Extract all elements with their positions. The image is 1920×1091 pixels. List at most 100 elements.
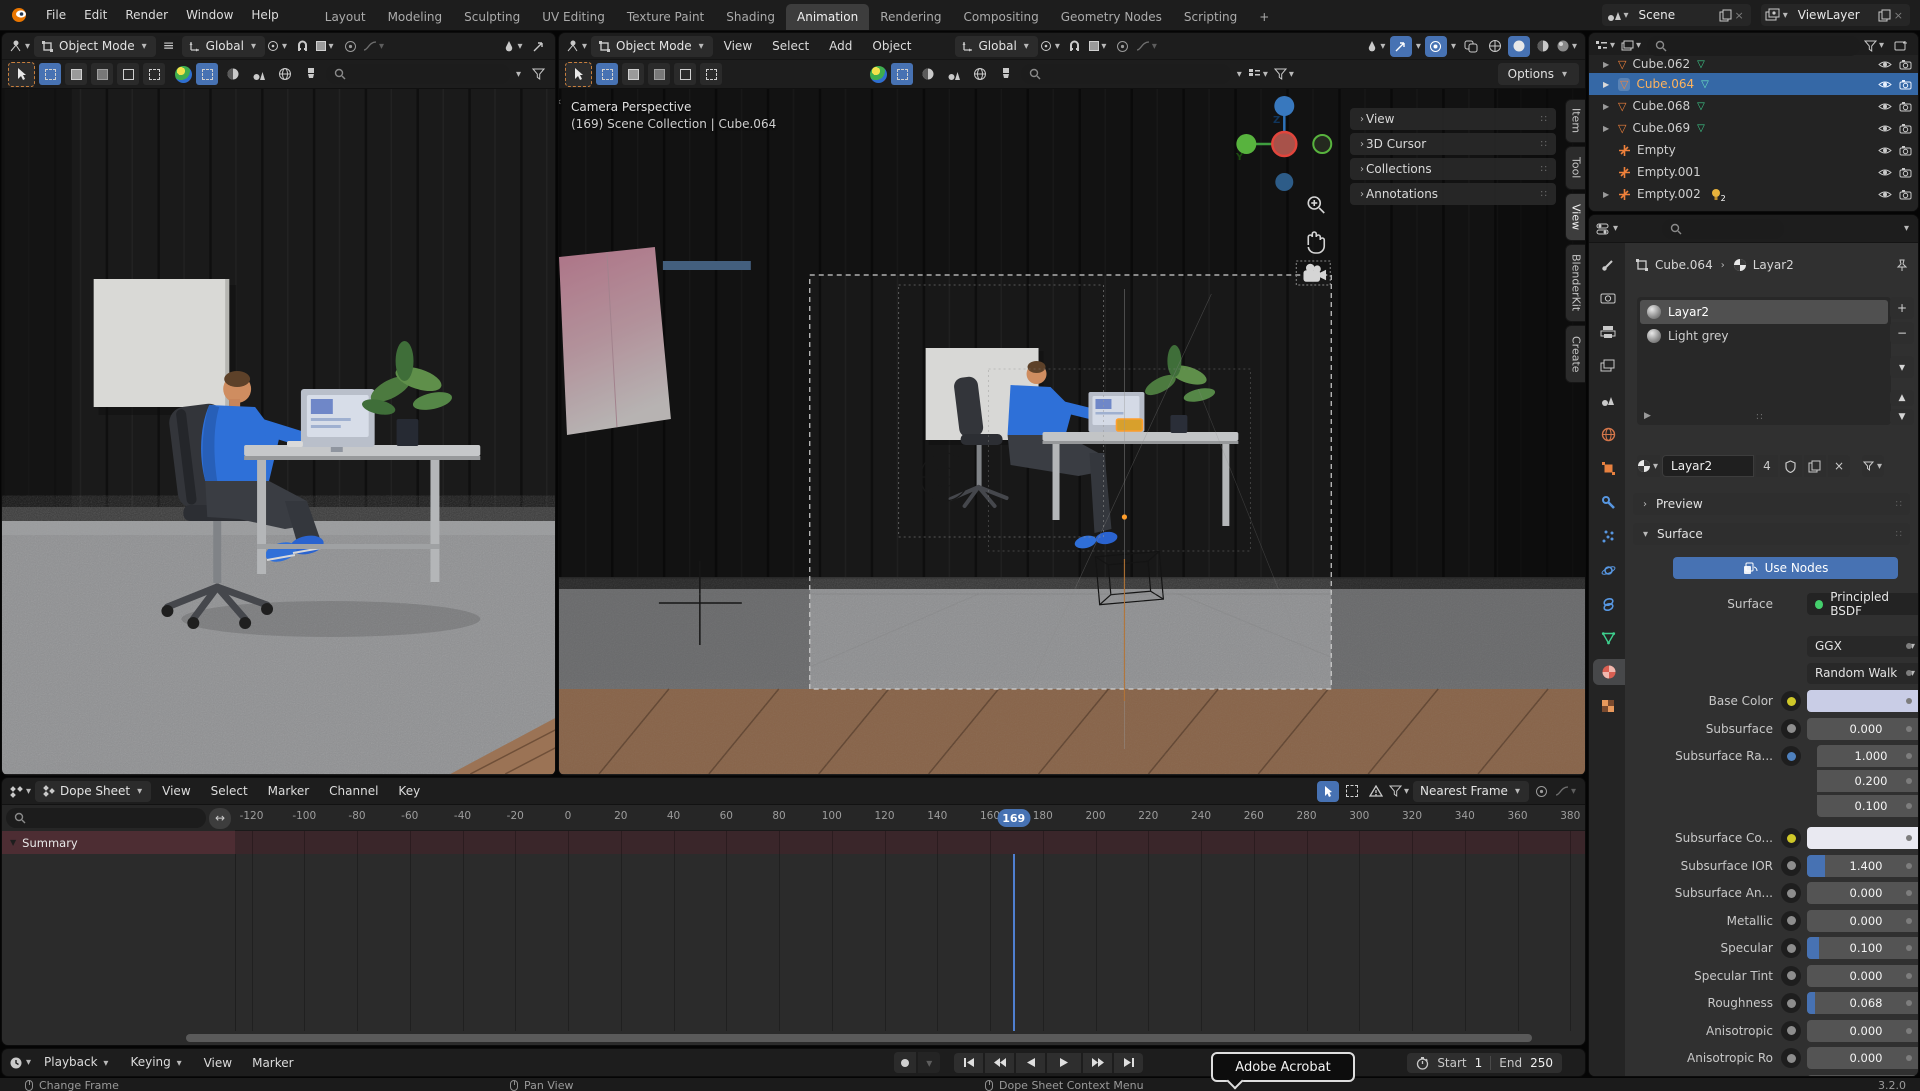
move-slot-down-button[interactable]: ▼ bbox=[1890, 409, 1914, 425]
slot-expand-icon[interactable]: ▶ bbox=[1644, 411, 1651, 421]
active-tool-select-box[interactable] bbox=[565, 62, 592, 87]
editor-type-timeline-icon[interactable]: ▾ bbox=[9, 1052, 33, 1073]
jump-to-start-button[interactable] bbox=[954, 1053, 983, 1073]
gizmos-toggle-icon[interactable] bbox=[1390, 36, 1412, 57]
scene-selector[interactable]: ▾ Scene × bbox=[1602, 4, 1751, 26]
remove-slot-button[interactable]: − bbox=[1890, 322, 1914, 344]
blenderkit-search-input[interactable] bbox=[1021, 64, 1231, 84]
blenderkit-search-input[interactable] bbox=[326, 64, 510, 84]
sss-method-dropdown[interactable]: Random Walk▾ bbox=[1807, 663, 1919, 684]
hide-eye-icon[interactable] bbox=[1878, 59, 1892, 70]
select-mode-extend[interactable] bbox=[622, 63, 644, 85]
snap-magnet-icon[interactable] bbox=[1064, 36, 1086, 57]
tab-scripting[interactable]: Scripting bbox=[1173, 4, 1248, 30]
channel-region[interactable] bbox=[2, 854, 1585, 1031]
overlays-toggle-icon[interactable] bbox=[1425, 36, 1447, 57]
menu-select[interactable]: Select bbox=[202, 777, 257, 806]
expand-triangle-icon[interactable]: ▼ bbox=[10, 838, 16, 847]
horizontal-scrollbar[interactable] bbox=[2, 1033, 1585, 1043]
blenderkit-asset-hdr[interactable] bbox=[274, 64, 296, 85]
input-socket[interactable] bbox=[1781, 828, 1801, 848]
pivot-point-dropdown[interactable]: ▾ bbox=[1040, 36, 1062, 57]
select-mode-intersect[interactable] bbox=[700, 63, 722, 85]
remove-viewlayer-icon[interactable]: × bbox=[1891, 9, 1906, 22]
menu-marker[interactable]: Marker bbox=[259, 777, 318, 806]
menu-view[interactable]: View bbox=[195, 1048, 241, 1077]
sidebar-tab-item[interactable]: Item bbox=[1565, 99, 1586, 143]
xray-toggle-icon[interactable] bbox=[1460, 36, 1482, 57]
tab-tool-icon[interactable] bbox=[1593, 251, 1623, 277]
menu-edit[interactable]: Edit bbox=[75, 0, 116, 30]
dope-sheet-body[interactable]: -120-100-80-60-40-2002040608010012014016… bbox=[2, 805, 1585, 1045]
menu-key[interactable]: Key bbox=[389, 777, 429, 806]
disclosure-icon[interactable]: ▶ bbox=[1603, 190, 1613, 199]
tab-sculpting[interactable]: Sculpting bbox=[453, 4, 531, 30]
subsurface-color-swatch[interactable] bbox=[1807, 827, 1919, 849]
use-nodes-button[interactable]: Use Nodes bbox=[1673, 557, 1898, 579]
prev-keyframe-button[interactable] bbox=[985, 1053, 1014, 1073]
new-viewlayer-icon[interactable] bbox=[1878, 9, 1891, 22]
animate-dot[interactable] bbox=[1906, 670, 1912, 676]
disable-render-camera-icon[interactable] bbox=[1899, 101, 1912, 112]
subsurface-radius-y[interactable]: 0.200 bbox=[1817, 770, 1919, 792]
disable-render-camera-icon[interactable] bbox=[1899, 59, 1912, 70]
editor-type-3dview-icon[interactable]: ▾ bbox=[565, 36, 589, 57]
tab-geometry-nodes[interactable]: Geometry Nodes bbox=[1050, 4, 1173, 30]
menu-view[interactable]: View bbox=[153, 777, 199, 806]
disclosure-icon[interactable]: ▶ bbox=[1603, 102, 1613, 111]
only-errors-icon[interactable] bbox=[1365, 781, 1387, 802]
outliner-filter-dropdown[interactable]: ▾ bbox=[1864, 35, 1886, 56]
animate-dot[interactable] bbox=[1906, 698, 1912, 704]
mode-dropdown[interactable]: Object Mode▾ bbox=[34, 36, 156, 57]
start-value[interactable]: 1 bbox=[1475, 1056, 1483, 1070]
tab-rendering[interactable]: Rendering bbox=[869, 4, 952, 30]
specular-slider[interactable]: 0.100 bbox=[1807, 937, 1919, 959]
active-tool-select-box[interactable] bbox=[8, 62, 35, 87]
menu-playback[interactable]: Playback ▾ bbox=[35, 1048, 119, 1077]
snap-target-dropdown[interactable]: ▾ bbox=[315, 36, 337, 57]
select-mode-invert[interactable] bbox=[674, 63, 696, 85]
animate-dot[interactable] bbox=[1906, 726, 1912, 732]
browse-material-dropdown[interactable]: ▾ bbox=[1637, 455, 1660, 477]
tab-view-layer-icon[interactable] bbox=[1593, 353, 1623, 379]
select-mode-intersect[interactable] bbox=[143, 63, 165, 85]
transform-orientation-dropdown[interactable]: Global▾ bbox=[182, 36, 265, 57]
tab-modifiers-icon[interactable] bbox=[1593, 489, 1623, 515]
shading-material-icon[interactable] bbox=[1532, 36, 1554, 57]
tab-render-icon[interactable] bbox=[1593, 285, 1623, 311]
anisotropic-slider[interactable]: 0.000 bbox=[1807, 1020, 1919, 1042]
animate-dot[interactable] bbox=[1906, 835, 1912, 841]
tab-layout[interactable]: Layout bbox=[314, 4, 377, 30]
subsurface-slider[interactable]: 0.000 bbox=[1807, 718, 1919, 740]
collapsed-menus-button[interactable]: ≡ bbox=[158, 36, 180, 57]
hide-eye-icon[interactable] bbox=[1878, 123, 1892, 134]
menu-object[interactable]: Object bbox=[863, 32, 920, 61]
end-value[interactable]: 250 bbox=[1530, 1056, 1553, 1070]
show-hidden-icon[interactable] bbox=[1341, 781, 1363, 802]
select-mode-subtract[interactable] bbox=[91, 63, 113, 85]
new-material-icon[interactable] bbox=[1804, 455, 1826, 477]
tab-material-icon[interactable] bbox=[1593, 659, 1625, 685]
shading-rendered-icon[interactable]: ▾ bbox=[1556, 36, 1579, 57]
snap-mode-dropdown[interactable]: Nearest Frame▾ bbox=[1413, 781, 1529, 802]
menu-channel[interactable]: Channel bbox=[320, 777, 387, 806]
disable-render-camera-icon[interactable] bbox=[1899, 79, 1912, 90]
subsurface-ior-slider[interactable]: 1.400 bbox=[1807, 855, 1919, 877]
blenderkit-asset-scene[interactable] bbox=[943, 64, 965, 85]
input-socket[interactable] bbox=[1781, 966, 1801, 986]
hide-eye-icon[interactable] bbox=[1878, 189, 1892, 200]
tab-physics-icon[interactable] bbox=[1593, 557, 1623, 583]
object-type-visibility-dropdown[interactable]: ▾ bbox=[1366, 36, 1388, 57]
proportional-editing-icon[interactable] bbox=[1112, 36, 1134, 57]
filter-dropdown[interactable]: ▾ bbox=[1389, 781, 1411, 802]
surface-node-field[interactable]: Principled BSDF bbox=[1807, 593, 1919, 615]
sidebar-tab-tool[interactable]: Tool bbox=[1565, 146, 1586, 190]
tab-object-icon[interactable] bbox=[1593, 455, 1623, 481]
menu-view[interactable]: View bbox=[715, 32, 761, 61]
input-socket[interactable] bbox=[1781, 1021, 1801, 1041]
asset-list-view-dropdown[interactable]: ▾ bbox=[1248, 64, 1270, 85]
jump-to-end-button[interactable] bbox=[1114, 1053, 1143, 1073]
surface-panel-header[interactable]: ▾Surface∷ bbox=[1633, 523, 1910, 545]
blenderkit-asset-material[interactable] bbox=[222, 64, 244, 85]
specular-tint-slider[interactable]: 0.000 bbox=[1807, 965, 1919, 987]
